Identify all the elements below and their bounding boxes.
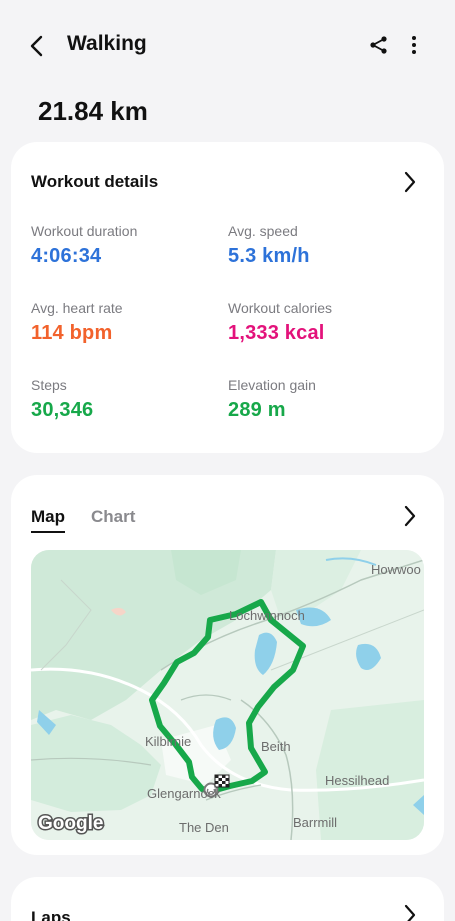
stat-elevation-gain: Elevation gain 289 m [228,377,316,422]
back-button[interactable] [22,30,54,62]
map-label-beith: Beith [261,739,291,754]
stat-value: 5.3 km/h [228,245,310,267]
share-button[interactable] [364,30,394,60]
stat-label: Elevation gain [228,377,316,393]
tab-chart[interactable]: Chart [91,507,135,527]
google-attribution-logo: Google [38,813,103,834]
stat-value: 114 bpm [31,322,113,344]
stat-avg-heart-rate: Avg. heart rate 114 bpm [31,300,123,345]
map-label-barrmill: Barrmill [293,815,337,830]
share-icon [370,36,387,54]
route-map[interactable]: Howwoo Lochwinnoch Kilbirnie Beith Hessi… [31,550,424,840]
chevron-right-icon [404,171,416,193]
chevron-right-icon [404,904,416,921]
stat-value: 30,346 [31,399,94,421]
stat-label: Workout duration [31,223,138,239]
workout-details-open-button[interactable] [398,170,422,194]
top-app-bar: Walking [0,0,455,90]
laps-open-button[interactable] [398,903,422,921]
page-title: Walking [67,32,147,55]
stat-workout-duration: Workout duration 4:06:34 [31,223,137,268]
map-card: Map Chart Howwoo Lochwinnoch Kilbirnie B… [11,475,444,855]
stat-value: 1,333 kcal [228,322,325,344]
map-label-kilbirnie: Kilbirnie [145,734,191,749]
workout-details-title: Workout details [31,172,159,191]
chevron-right-icon [404,505,416,527]
total-distance: 21.84 km [38,96,148,126]
map-label-hessilhead: Hessilhead [325,773,389,788]
stat-workout-calories: Workout calories 1,333 kcal [228,300,332,345]
stat-value: 4:06:34 [31,245,102,267]
stat-label: Workout calories [228,300,333,316]
more-options-button[interactable] [402,30,426,60]
map-label-the-den: The Den [179,820,229,835]
map-label-lochwinnoch: Lochwinnoch [229,608,305,623]
stat-label: Avg. speed [228,223,298,239]
laps-title: Laps [31,908,71,921]
stat-avg-speed: Avg. speed 5.3 km/h [228,223,310,268]
stat-label: Steps [31,377,67,393]
map-label-glengarnock: Glengarnock [147,786,221,801]
chevron-left-icon [30,35,43,57]
map-open-button[interactable] [398,504,422,528]
stat-label: Avg. heart rate [31,300,123,316]
stat-value: 289 m [228,399,286,421]
tab-map[interactable]: Map [31,507,65,533]
laps-card[interactable]: Laps [11,877,444,921]
more-vertical-icon [412,36,416,54]
map-canvas: Howwoo Lochwinnoch Kilbirnie Beith Hessi… [31,550,424,840]
stat-steps: Steps 30,346 [31,377,93,422]
map-label-howwood: Howwoo [371,562,421,577]
workout-details-card[interactable]: Workout details Workout duration 4:06:34… [11,142,444,453]
